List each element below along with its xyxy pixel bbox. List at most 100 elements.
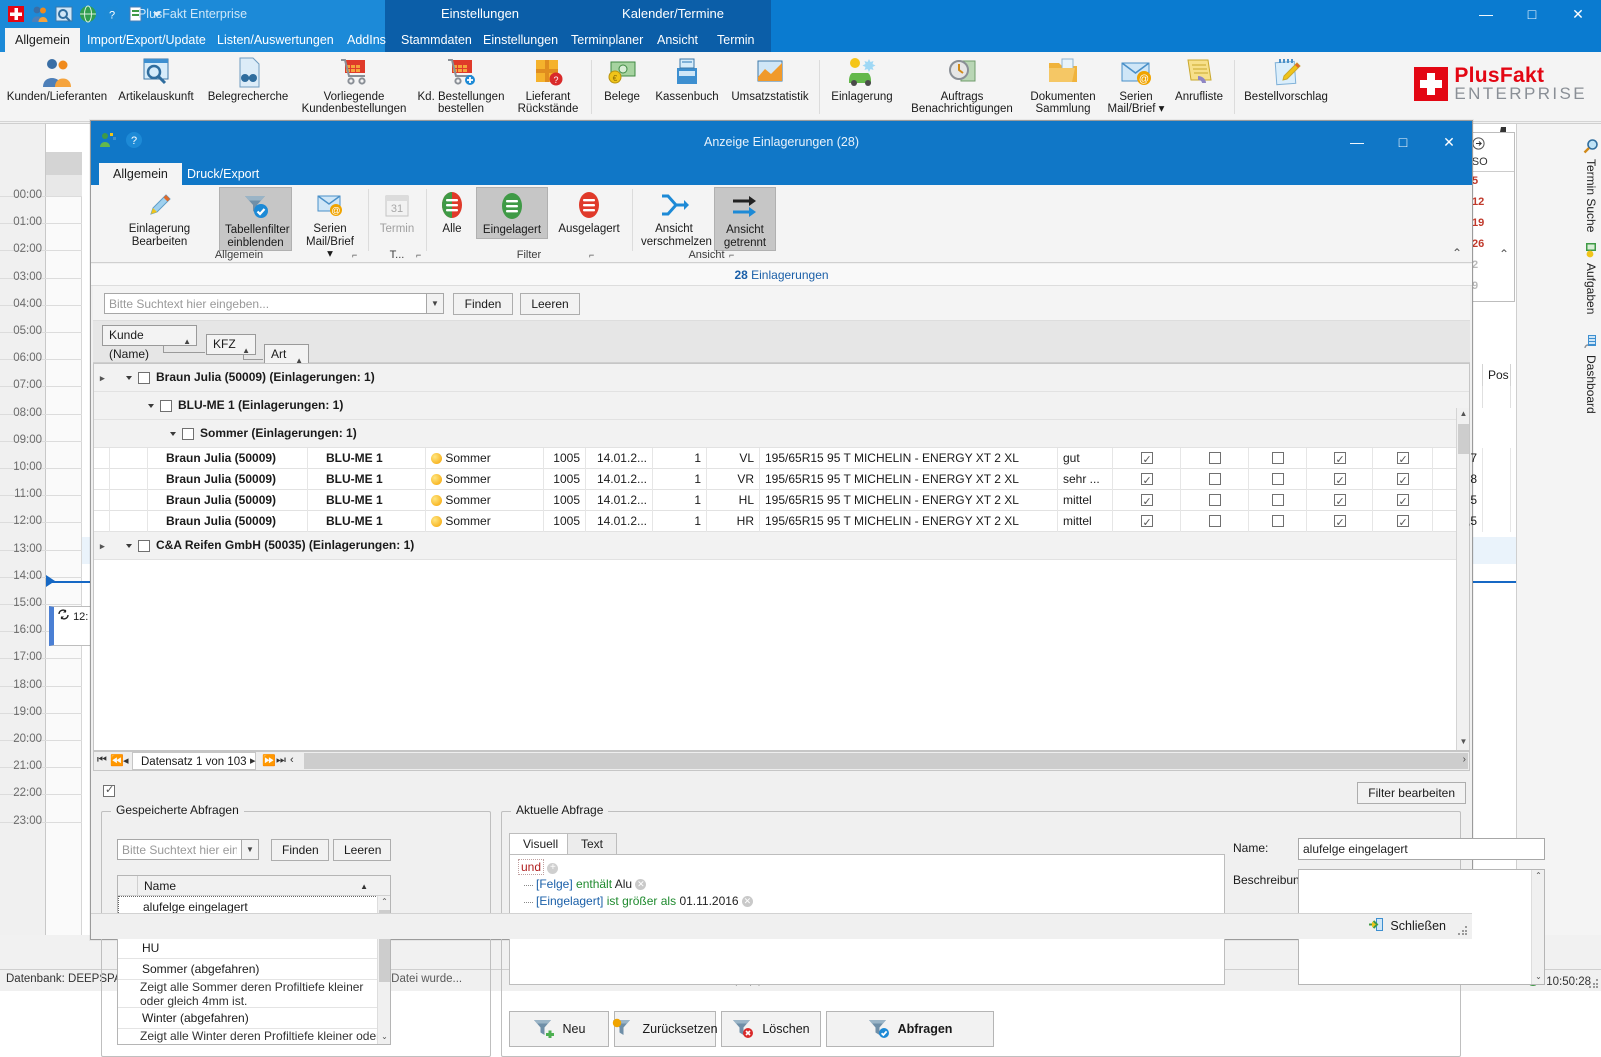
dialog-tab-allgemein[interactable]: Allgemein <box>99 163 182 185</box>
tab-listen-auswertungen[interactable]: Listen/Auswertungen <box>207 28 344 52</box>
query-operator-row[interactable]: und + <box>518 859 1216 875</box>
cell-checkbox[interactable] <box>1271 494 1284 506</box>
cell-checkbox[interactable] <box>1396 513 1409 532</box>
nav-cancel-icon[interactable]: ‹ <box>290 754 294 766</box>
condition-operator[interactable]: ist größer als <box>607 894 676 908</box>
list-item[interactable]: Winter (abgefahren) <box>118 1008 390 1029</box>
cell-checkbox[interactable] <box>1140 450 1153 469</box>
query-tab-text[interactable]: Text <box>567 833 618 855</box>
table-row[interactable]: Braun Julia (50009) BLU-ME 1 Sommer 1005 14… <box>94 511 1511 532</box>
table-row[interactable]: Braun Julia (50009) BLU-ME 1 Sommer 1005 14… <box>94 448 1511 469</box>
dialog-maximize-button[interactable]: □ <box>1380 121 1426 163</box>
dialog-launcher-filter[interactable]: ⌐ <box>589 250 594 260</box>
grid-group-row[interactable]: ▸ C&A Reifen GmbH (50035) (Einlagerungen:… <box>94 532 1469 560</box>
cell-checkbox[interactable] <box>1333 471 1346 490</box>
cell-checkbox[interactable] <box>1208 494 1221 506</box>
dialog-launcher-termin[interactable]: ⌐ <box>416 250 421 260</box>
dialog-schliessen-button[interactable]: Schließen <box>1368 917 1446 935</box>
ribbon-kunden-lieferanten[interactable]: Kunden/Lieferanten <box>4 54 110 103</box>
ribbon-lieferant-rueckstaende[interactable]: ? Lieferant Rückstände <box>508 54 588 115</box>
nav-prev-page-icon[interactable]: ⏪ <box>110 754 124 767</box>
scroll-up-icon[interactable]: ▲ <box>1458 409 1469 421</box>
ribbon-anrufliste[interactable]: Anrufliste <box>1168 54 1230 103</box>
nav-last-icon[interactable]: ⏭ <box>276 754 286 767</box>
saved-query-dropdown-icon[interactable]: ▼ <box>242 839 259 860</box>
saved-query-find-button[interactable]: Finden <box>271 839 329 861</box>
maximize-button[interactable]: □ <box>1509 0 1555 28</box>
tab-allgemein[interactable]: Allgemein <box>5 28 80 52</box>
group-checkbox[interactable] <box>182 428 194 440</box>
grid-filter-cell[interactable] <box>1483 386 1511 408</box>
close-button[interactable]: ✕ <box>1555 0 1601 28</box>
ribbon-einlagerung-bearbeiten[interactable]: Einlagerung Bearbeiten <box>117 187 202 249</box>
group-checkbox[interactable] <box>160 400 172 412</box>
sidebar-item-dashboard[interactable]: Dashboard <box>1583 334 1599 414</box>
clear-button[interactable]: Leeren <box>520 293 580 315</box>
dialog-tab-druck-export[interactable]: Druck/Export <box>173 163 273 185</box>
cell-checkbox[interactable] <box>1140 471 1153 490</box>
ribbon-ansicht-getrennt[interactable]: Ansicht getrennt <box>714 187 776 251</box>
find-button[interactable]: Finden <box>453 293 513 315</box>
group-checkbox[interactable] <box>138 372 150 384</box>
minical-day-so[interactable]: 12 <box>1472 196 1484 208</box>
ribbon-dokumenten-sammlung[interactable]: Dokumenten Sammlung <box>1022 54 1104 115</box>
dialog-launcher-allgemein[interactable]: ⌐ <box>352 250 357 260</box>
scroll-up-icon[interactable]: ⌃ <box>379 897 390 908</box>
grid-group-row[interactable]: Sommer (Einlagerungen: 1) <box>94 420 1469 448</box>
grid-group-row[interactable]: BLU-ME 1 (Einlagerungen: 1) <box>94 392 1469 420</box>
tab-import-export-update[interactable]: Import/Export/Update <box>77 28 216 52</box>
ribbon-kd-bestellungen-bestellen[interactable]: Kd. Bestellungen bestellen <box>414 54 508 115</box>
cell-checkbox[interactable] <box>1333 513 1346 532</box>
query-delete-button[interactable]: Löschen <box>721 1011 821 1047</box>
dialog-resize-grip[interactable] <box>1458 926 1468 936</box>
ribbon-auftrags-benachrichtigungen[interactable]: Auftrags Benachrichtigungen <box>902 54 1022 115</box>
saved-queries-list[interactable]: Name ▲ ▸alufelge eingelagertFelgenReinig… <box>117 875 391 1045</box>
cell-checkbox[interactable] <box>1208 515 1221 527</box>
cell-checkbox[interactable] <box>1396 492 1409 511</box>
cell-checkbox[interactable] <box>1271 452 1284 464</box>
dialog-launcher-ansicht[interactable]: ⌐ <box>729 250 734 260</box>
group-chip-art[interactable]: Art ▲ <box>264 344 309 365</box>
cell-checkbox[interactable] <box>1140 513 1153 532</box>
saved-queries-list-header[interactable]: Name ▲ <box>118 876 390 896</box>
ribbon-kassenbuch[interactable]: Kassenbuch <box>650 54 724 103</box>
cell-checkbox[interactable] <box>1396 471 1409 490</box>
table-row[interactable]: Braun Julia (50009) BLU-ME 1 Sommer 1005 14… <box>94 469 1511 490</box>
saved-query-search-input[interactable] <box>117 839 242 860</box>
cell-checkbox[interactable] <box>1208 452 1221 464</box>
ribbon-filter-eingelagert[interactable]: Eingelagert <box>476 187 548 239</box>
condition-value[interactable]: 01.11.2016 <box>679 894 738 908</box>
description-scrollbar[interactable]: ⌃ ⌄ <box>1531 870 1544 984</box>
group-checkbox[interactable] <box>138 540 150 552</box>
nav-prev-icon[interactable]: ◂ <box>123 754 129 767</box>
scroll-down-icon[interactable]: ⌄ <box>379 1032 390 1043</box>
cell-checkbox[interactable] <box>1333 492 1346 511</box>
ribbon-belegrecherche[interactable]: Belegrecherche <box>202 54 294 103</box>
group-chip-kfz[interactable]: KFZ ▲ <box>206 334 256 355</box>
condition-operator[interactable]: enthält <box>576 877 612 891</box>
cell-checkbox[interactable] <box>1396 450 1409 469</box>
tab-ansicht[interactable]: Ansicht <box>647 28 708 52</box>
resize-grip[interactable] <box>1589 979 1599 989</box>
expand-collapse-icon[interactable] <box>148 404 154 408</box>
ribbon-filter-alle[interactable]: Alle <box>431 187 473 237</box>
delete-condition-icon[interactable]: ✕ <box>635 879 647 890</box>
grid-column-header[interactable]: Pos <box>1483 364 1511 386</box>
cell-checkbox[interactable] <box>1208 473 1221 485</box>
cell-checkbox[interactable] <box>1271 515 1284 527</box>
ribbon-tabellenfilter-einblenden[interactable]: Tabellenfilter einblenden <box>219 187 292 251</box>
expand-collapse-icon[interactable] <box>126 376 132 380</box>
grid-scroll-thumb[interactable] <box>1458 424 1469 454</box>
cell-checkbox[interactable] <box>1140 492 1153 511</box>
ribbon-artikelauskunft[interactable]: Artikelauskunft <box>110 54 202 103</box>
query-operator[interactable]: und <box>518 859 545 875</box>
ribbon-ansicht-verschmelzen[interactable]: Ansicht verschmelzen <box>636 187 712 249</box>
ribbon-umsatzstatistik[interactable]: Umsatzstatistik <box>724 54 816 103</box>
cell-checkbox[interactable] <box>1271 473 1284 485</box>
dialog-minimize-button[interactable]: — <box>1334 121 1380 163</box>
list-item[interactable]: HU <box>118 938 390 959</box>
query-condition-1[interactable]: [Felge] enthält Alu ✕ <box>524 877 1216 891</box>
chevron-up-icon[interactable]: ⌃ <box>1499 247 1509 261</box>
condition-value[interactable]: Alu <box>615 877 632 891</box>
filter-edit-button[interactable]: Filter bearbeiten <box>1357 782 1466 804</box>
